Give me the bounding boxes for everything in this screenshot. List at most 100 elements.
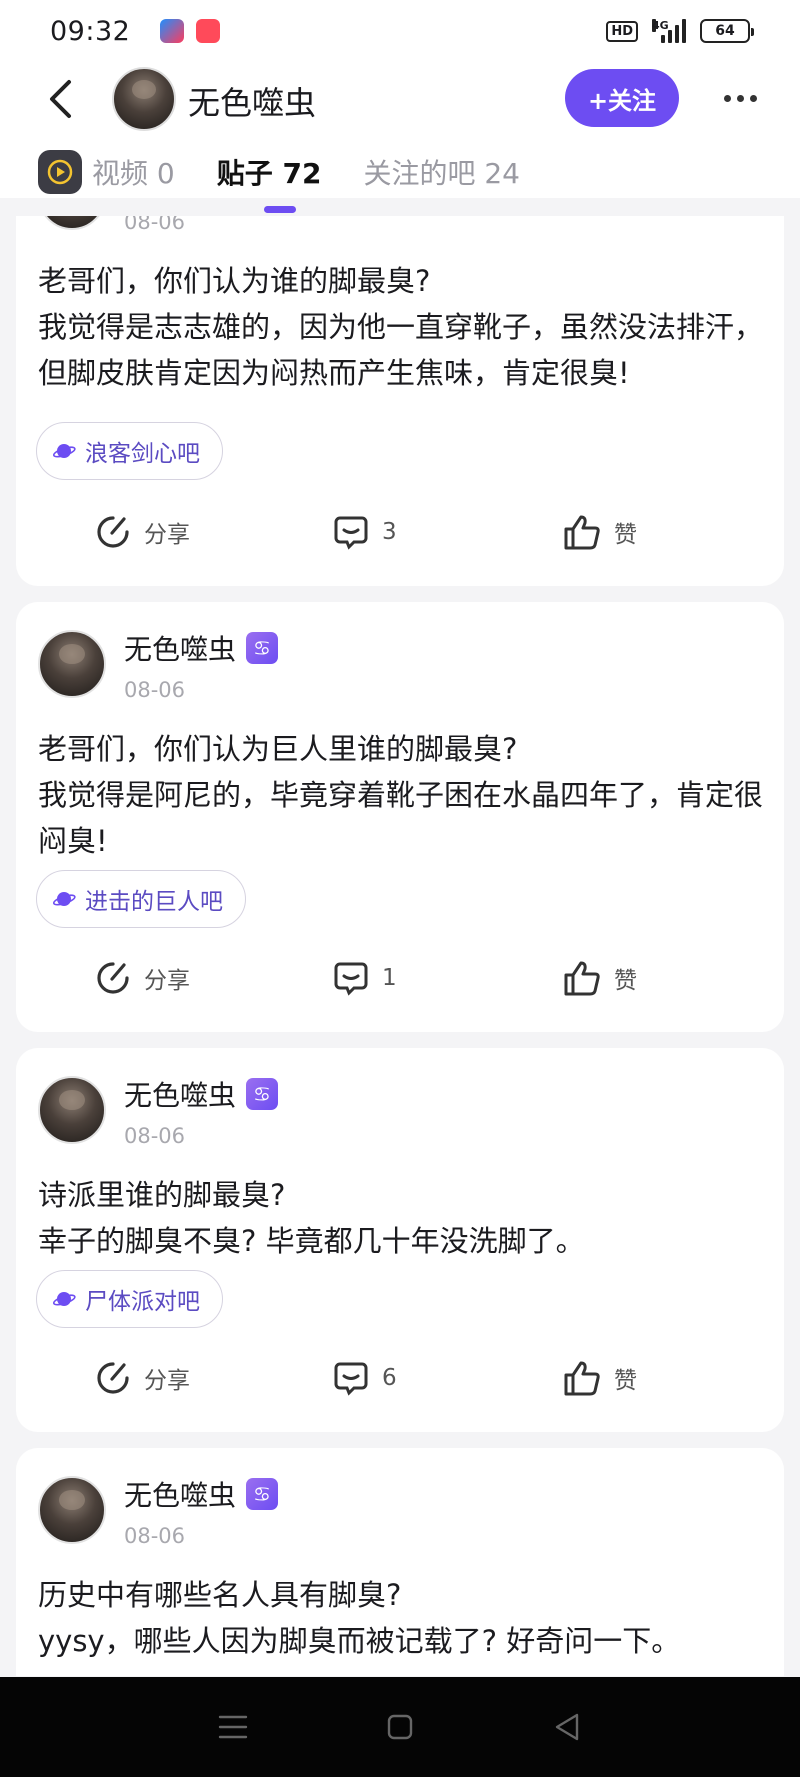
- like-button[interactable]: 赞: [562, 502, 637, 562]
- post-date: 08-06: [124, 678, 186, 702]
- status-app-icons: [160, 19, 221, 43]
- planet-icon: [51, 886, 77, 912]
- back-button[interactable]: [40, 74, 80, 124]
- tab-posts[interactable]: 贴子 72: [217, 152, 322, 192]
- author-name[interactable]: 无色噬虫: [124, 1474, 236, 1514]
- post-card[interactable]: 08-06 老哥们，你们认为谁的脚最臭? 我觉得是志志雄的，因为他一直穿靴子，虽…: [16, 216, 784, 586]
- profile-header: 无色噬虫 +关注 视频 0 贴子 72 关注的吧 24: [0, 62, 800, 213]
- dot-icon: [736, 94, 744, 102]
- network-type: 4G: [652, 19, 669, 32]
- like-label: 赞: [614, 522, 637, 548]
- menu-button[interactable]: [213, 1707, 253, 1747]
- battery-level: 64: [715, 23, 735, 39]
- profile-tabs: 视频 0 贴子 72 关注的吧 24: [38, 150, 562, 194]
- bar-tag-label: 浪客剑心吧: [85, 441, 200, 467]
- cancer-zodiac-icon: ♋: [246, 632, 279, 664]
- signal-icon: 4G: [652, 19, 686, 43]
- share-label: 分享: [144, 968, 190, 994]
- author-name[interactable]: 无色噬虫: [124, 1074, 236, 1114]
- post-body: 幸子的脚臭不臭? 毕竟都几十年没洗脚了。: [38, 1224, 585, 1258]
- share-icon: [97, 1362, 129, 1394]
- battery-icon: 64: [700, 19, 754, 43]
- video-play-icon: [38, 150, 82, 194]
- post-title: 历史中有哪些名人具有脚臭?: [38, 1578, 402, 1612]
- share-button[interactable]: 分享: [94, 948, 190, 1008]
- home-square-icon: [387, 1714, 413, 1740]
- follow-button[interactable]: +关注: [565, 69, 679, 127]
- author-name-row: 无色噬虫 ♋: [124, 1474, 279, 1514]
- like-label: 赞: [614, 1368, 637, 1394]
- author-avatar[interactable]: [38, 1076, 106, 1144]
- share-label: 分享: [144, 1368, 190, 1394]
- planet-icon: [51, 438, 77, 464]
- thumbs-up-icon: [564, 961, 600, 996]
- post-date: 08-06: [124, 1124, 186, 1148]
- planet-icon: [51, 1286, 77, 1312]
- profile-name: 无色噬虫: [188, 84, 317, 122]
- post-body: 我觉得是阿尼的，毕竟穿着靴子困在水晶四年了，肯定很闷臭!: [38, 778, 764, 858]
- back-triangle-icon: [555, 1713, 578, 1741]
- post-actions: 分享 3 赞: [16, 502, 784, 562]
- comment-icon: [334, 1362, 368, 1396]
- share-button[interactable]: 分享: [94, 1348, 190, 1408]
- comment-count: 3: [382, 519, 397, 545]
- status-bar: 09:32 HD 4G 64: [0, 0, 800, 62]
- active-tab-indicator: [264, 206, 296, 213]
- post-title: 老哥们，你们认为巨人里谁的脚最臭?: [38, 732, 518, 766]
- post-body: yysy，哪些人因为脚臭而被记载了? 好奇问一下。: [38, 1624, 681, 1658]
- share-icon: [97, 516, 129, 548]
- back-nav-button[interactable]: [547, 1707, 587, 1747]
- app-notification-icon: [160, 19, 185, 43]
- author-name-row: 无色噬虫 ♋: [124, 628, 279, 668]
- post-title: 老哥们，你们认为谁的脚最臭?: [38, 264, 431, 298]
- bar-tag[interactable]: 尸体派对吧: [36, 1270, 223, 1328]
- comment-count: 6: [382, 1365, 397, 1391]
- post-body: 我觉得是志志雄的，因为他一直穿靴子，虽然没法排汗，但脚皮肤肯定因为闷热而产生焦味…: [38, 310, 764, 390]
- post-feed: 08-06 老哥们，你们认为谁的脚最臭? 我觉得是志志雄的，因为他一直穿靴子，虽…: [0, 216, 800, 1676]
- author-avatar[interactable]: [38, 630, 106, 698]
- chevron-left-icon: [50, 80, 71, 118]
- comment-button[interactable]: 1: [332, 948, 397, 1008]
- post-card[interactable]: 无色噬虫 ♋ 08-06 历史中有哪些名人具有脚臭? yysy，哪些人因为脚臭而…: [16, 1448, 784, 1676]
- share-icon: [97, 962, 129, 994]
- post-actions: 分享 1 赞: [16, 948, 784, 1008]
- hd-icon: HD: [606, 20, 638, 42]
- cancer-zodiac-icon: ♋: [246, 1078, 279, 1110]
- thumbs-up-icon: [564, 515, 600, 550]
- post-actions: 分享 6 赞: [16, 1348, 784, 1408]
- like-button[interactable]: 赞: [562, 1348, 637, 1408]
- status-time: 09:32: [50, 15, 131, 47]
- comment-button[interactable]: 6: [332, 1348, 397, 1408]
- share-button[interactable]: 分享: [94, 502, 190, 562]
- share-label: 分享: [144, 522, 190, 548]
- menu-icon: [219, 1715, 248, 1739]
- dot-icon: [723, 94, 731, 102]
- thumbs-up-icon: [564, 1361, 600, 1396]
- bar-tag-label: 进击的巨人吧: [85, 889, 223, 915]
- post-title: 诗派里谁的脚最臭?: [38, 1178, 286, 1212]
- post-date: 08-06: [124, 216, 186, 234]
- app-notification-icon: [196, 19, 221, 43]
- home-button[interactable]: [380, 1707, 420, 1747]
- author-avatar[interactable]: [38, 216, 106, 230]
- dot-icon: [749, 94, 757, 102]
- like-button[interactable]: 赞: [562, 948, 637, 1008]
- cancer-zodiac-icon: ♋: [246, 1478, 279, 1510]
- system-nav-bar: [0, 1677, 800, 1777]
- author-name[interactable]: 无色噬虫: [124, 628, 236, 668]
- post-date: 08-06: [124, 1524, 186, 1548]
- bar-tag[interactable]: 进击的巨人吧: [36, 870, 246, 928]
- profile-avatar[interactable]: [112, 67, 176, 131]
- tab-videos[interactable]: 视频 0: [92, 152, 175, 192]
- author-name-row: 无色噬虫 ♋: [124, 1074, 279, 1114]
- author-avatar[interactable]: [38, 1476, 106, 1544]
- comment-icon: [334, 516, 368, 550]
- status-indicators: HD 4G 64: [606, 19, 754, 43]
- post-card[interactable]: 无色噬虫 ♋ 08-06 老哥们，你们认为巨人里谁的脚最臭? 我觉得是阿尼的，毕…: [16, 602, 784, 1032]
- comment-button[interactable]: 3: [332, 502, 397, 562]
- tab-followed-bars[interactable]: 关注的吧 24: [363, 152, 520, 192]
- post-card[interactable]: 无色噬虫 ♋ 08-06 诗派里谁的脚最臭? 幸子的脚臭不臭? 毕竟都几十年没洗…: [16, 1048, 784, 1432]
- bar-tag[interactable]: 浪客剑心吧: [36, 422, 223, 480]
- comment-count: 1: [382, 965, 397, 991]
- more-options-button[interactable]: [718, 78, 762, 118]
